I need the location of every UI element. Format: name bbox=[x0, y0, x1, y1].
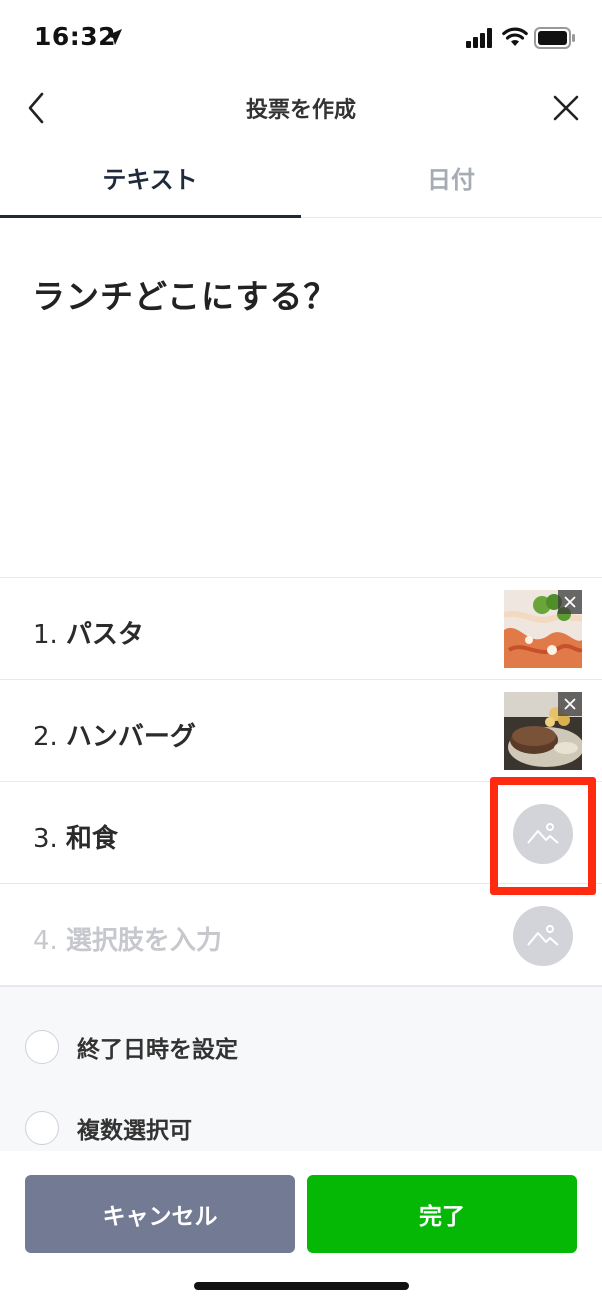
question-input[interactable]: ランチどこにする？ bbox=[32, 270, 337, 318]
poll-settings: 終了日時を設定 複数選択可 bbox=[0, 986, 602, 1152]
setting-label: 複数選択可 bbox=[77, 1118, 192, 1144]
option-number: 4. bbox=[33, 926, 58, 956]
option-placeholder: 選択肢を入力 bbox=[65, 926, 222, 956]
option-label: ハンバーグ bbox=[65, 722, 196, 752]
option-input-1[interactable]: 1. パスタ bbox=[33, 614, 144, 651]
remove-image-button-2[interactable] bbox=[558, 692, 582, 716]
tab-text[interactable]: テキスト bbox=[0, 160, 300, 216]
setting-end-date[interactable]: 終了日時を設定 bbox=[25, 1030, 238, 1064]
option-number: 2. bbox=[33, 722, 58, 752]
close-button[interactable] bbox=[547, 88, 585, 128]
option-label: 和食 bbox=[65, 824, 118, 854]
cancel-button[interactable]: キャンセル bbox=[25, 1175, 295, 1253]
image-icon bbox=[527, 925, 559, 946]
done-button[interactable]: 完了 bbox=[307, 1175, 577, 1253]
multiple-choice-checkbox[interactable] bbox=[25, 1111, 59, 1145]
wifi-icon bbox=[502, 26, 528, 52]
highlight-box bbox=[490, 777, 596, 895]
cellular-signal-icon bbox=[466, 28, 494, 52]
option-row-1: 1. パスタ bbox=[0, 577, 602, 679]
option-row-2: 2. ハンバーグ bbox=[0, 679, 602, 781]
option-image-2[interactable] bbox=[504, 692, 582, 770]
page-title: 投票を作成 bbox=[245, 98, 356, 123]
option-input-3[interactable]: 3. 和食 bbox=[33, 818, 118, 855]
option-input-2[interactable]: 2. ハンバーグ bbox=[33, 716, 196, 753]
close-icon bbox=[564, 596, 576, 608]
option-image-1[interactable] bbox=[504, 590, 582, 668]
option-row-4: 4. 選択肢を入力 bbox=[0, 883, 602, 986]
setting-label: 終了日時を設定 bbox=[77, 1037, 238, 1063]
option-number: 1. bbox=[33, 620, 58, 650]
option-input-4[interactable]: 4. 選択肢を入力 bbox=[33, 920, 222, 957]
add-image-button-4[interactable] bbox=[513, 906, 573, 966]
tab-active-indicator bbox=[0, 215, 301, 218]
option-number: 3. bbox=[33, 824, 58, 854]
option-label: パスタ bbox=[65, 620, 144, 650]
home-indicator bbox=[194, 1282, 409, 1290]
battery-icon bbox=[534, 27, 576, 53]
status-bar: 16:32 bbox=[0, 0, 602, 78]
close-icon bbox=[553, 95, 579, 121]
close-icon bbox=[564, 698, 576, 710]
end-date-checkbox[interactable] bbox=[25, 1030, 59, 1064]
location-arrow-icon bbox=[104, 27, 124, 51]
tab-date[interactable]: 日付 bbox=[301, 160, 601, 216]
setting-multiple-choice[interactable]: 複数選択可 bbox=[25, 1111, 192, 1145]
remove-image-button-1[interactable] bbox=[558, 590, 582, 614]
